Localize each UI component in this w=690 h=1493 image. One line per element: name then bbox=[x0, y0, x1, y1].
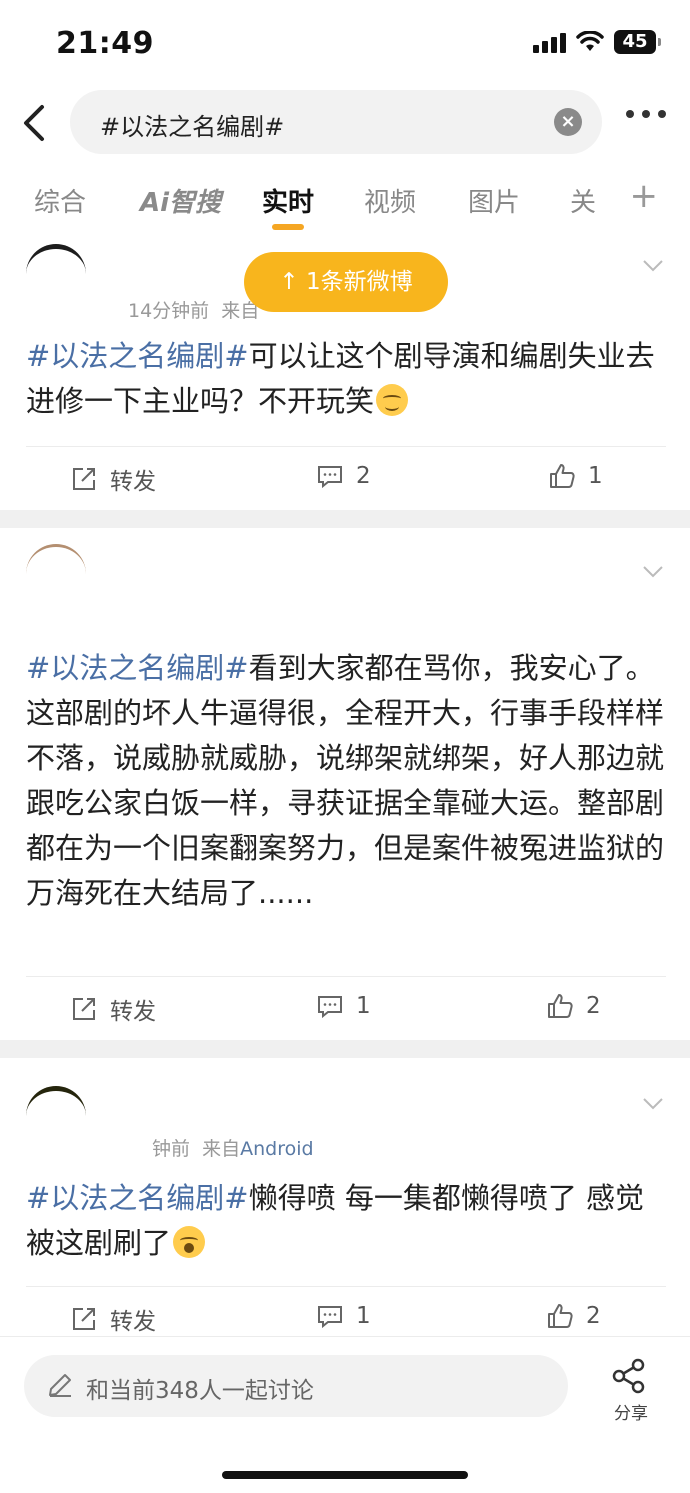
repost-icon bbox=[73, 468, 95, 490]
hashtag-link[interactable]: #以法之名编剧# bbox=[26, 339, 249, 373]
clear-icon[interactable]: × bbox=[554, 108, 582, 136]
comment-icon bbox=[318, 466, 342, 489]
repost-icon bbox=[73, 1308, 95, 1330]
repost-button[interactable]: 转发 bbox=[70, 992, 156, 1026]
tab-images[interactable]: 图片 bbox=[468, 182, 520, 219]
repost-label: 转发 bbox=[110, 999, 156, 1025]
like-icon bbox=[550, 464, 575, 488]
repost-label: 转发 bbox=[110, 469, 156, 495]
tab-active-indicator bbox=[272, 224, 304, 230]
comment-count: 2 bbox=[356, 463, 371, 489]
like-icon bbox=[548, 1304, 573, 1328]
comment-button[interactable]: 1 bbox=[316, 992, 371, 1020]
divider-line bbox=[26, 1286, 666, 1287]
post-card[interactable]: #以法之名编剧#看到大家都在骂你，我安心了。这部剧的坏人牛逼得很，全程开大，行事… bbox=[0, 528, 690, 1040]
signal-icon bbox=[533, 31, 566, 53]
post-from: 来自 bbox=[202, 1138, 241, 1160]
section-divider bbox=[0, 1040, 690, 1058]
post-text: 看到大家都在骂你，我安心了。这部剧的坏人牛逼得很，全程开大，行事手段样样不落，说… bbox=[26, 651, 665, 910]
section-divider bbox=[0, 510, 690, 528]
post-meta: 14分钟前 来自 bbox=[128, 296, 259, 323]
comment-button[interactable]: 2 bbox=[316, 462, 371, 490]
status-time: 21:49 bbox=[56, 26, 154, 61]
avatar[interactable] bbox=[26, 544, 86, 604]
home-indicator[interactable] bbox=[222, 1471, 468, 1479]
post-card[interactable]: 钟前 来自Android #以法之名编剧#懒得喷 每一集都懒得喷了 感觉被这剧刷… bbox=[0, 1058, 690, 1336]
search-row: #以法之名编剧# × bbox=[0, 90, 690, 156]
like-button[interactable]: 2 bbox=[546, 992, 601, 1020]
tab-video[interactable]: 视频 bbox=[364, 182, 416, 219]
back-arrow-icon[interactable] bbox=[18, 104, 50, 142]
search-query: #以法之名编剧# bbox=[100, 113, 285, 141]
avatar[interactable] bbox=[26, 244, 86, 304]
repost-button[interactable]: 转发 bbox=[70, 1302, 156, 1336]
like-icon bbox=[548, 994, 573, 1018]
chevron-down-icon[interactable] bbox=[642, 254, 664, 276]
post-body: #以法之名编剧#懒得喷 每一集都懒得喷了 感觉被这剧刷了 bbox=[26, 1176, 664, 1266]
like-count: 2 bbox=[586, 993, 601, 1019]
tab-realtime[interactable]: 实时 bbox=[262, 182, 314, 219]
share-icon[interactable] bbox=[610, 1357, 648, 1395]
like-button[interactable]: 1 bbox=[548, 462, 603, 490]
tab-follow[interactable]: 关 bbox=[570, 182, 596, 219]
divider-line bbox=[26, 446, 666, 447]
post-meta: 钟前 来自Android bbox=[152, 1134, 314, 1161]
post-time: 14分钟前 bbox=[128, 300, 210, 322]
like-count: 1 bbox=[588, 463, 603, 489]
battery-icon: 45 bbox=[614, 30, 661, 54]
discussion-placeholder: 和当前348人一起讨论 bbox=[86, 1378, 314, 1404]
wifi-icon bbox=[576, 31, 604, 51]
more-icon[interactable] bbox=[626, 110, 666, 118]
post-time: 钟前 bbox=[152, 1138, 191, 1160]
avatar[interactable] bbox=[26, 1086, 86, 1146]
smile-emoji-icon bbox=[376, 384, 409, 416]
post-body: #以法之名编剧#看到大家都在骂你，我安心了。这部剧的坏人牛逼得很，全程开大，行事… bbox=[26, 646, 664, 916]
status-bar: 21:49 45 bbox=[0, 0, 690, 88]
share-label[interactable]: 分享 bbox=[614, 1399, 648, 1424]
tab-bar: 综合 Ai智搜 实时 视频 图片 关 + bbox=[0, 170, 690, 234]
search-input[interactable]: #以法之名编剧# × bbox=[70, 90, 602, 154]
repost-icon bbox=[73, 998, 95, 1020]
tab-general[interactable]: 综合 bbox=[34, 182, 86, 219]
post-source: Android bbox=[240, 1138, 314, 1160]
comment-count: 1 bbox=[356, 1303, 371, 1329]
discussion-input[interactable]: 和当前348人一起讨论 bbox=[24, 1355, 568, 1417]
tab-ai-search[interactable]: Ai智搜 bbox=[140, 182, 221, 219]
comment-icon bbox=[318, 996, 342, 1019]
like-count: 2 bbox=[586, 1303, 601, 1329]
divider-line bbox=[26, 976, 666, 977]
like-button[interactable]: 2 bbox=[546, 1302, 601, 1330]
comment-count: 1 bbox=[356, 993, 371, 1019]
bottom-bar: 和当前348人一起讨论 分享 bbox=[0, 1336, 690, 1493]
new-posts-toast[interactable]: ↑ 1条新微博 bbox=[244, 252, 448, 312]
pencil-icon bbox=[49, 1374, 71, 1397]
post-body: #以法之名编剧#可以让这个剧导演和编剧失业去进修一下主业吗？不开玩笑 bbox=[26, 334, 664, 424]
repost-button[interactable]: 转发 bbox=[70, 462, 156, 496]
chevron-down-icon[interactable] bbox=[642, 1092, 664, 1114]
chevron-down-icon[interactable] bbox=[642, 560, 664, 582]
comment-icon bbox=[318, 1306, 342, 1329]
hashtag-link[interactable]: #以法之名编剧# bbox=[26, 1181, 249, 1215]
status-icons: 45 bbox=[533, 30, 661, 54]
plus-icon[interactable]: + bbox=[630, 176, 659, 216]
comment-button[interactable]: 1 bbox=[316, 1302, 371, 1330]
hashtag-link[interactable]: #以法之名编剧# bbox=[26, 651, 249, 685]
shocked-emoji-icon bbox=[173, 1226, 206, 1258]
repost-label: 转发 bbox=[110, 1309, 156, 1335]
